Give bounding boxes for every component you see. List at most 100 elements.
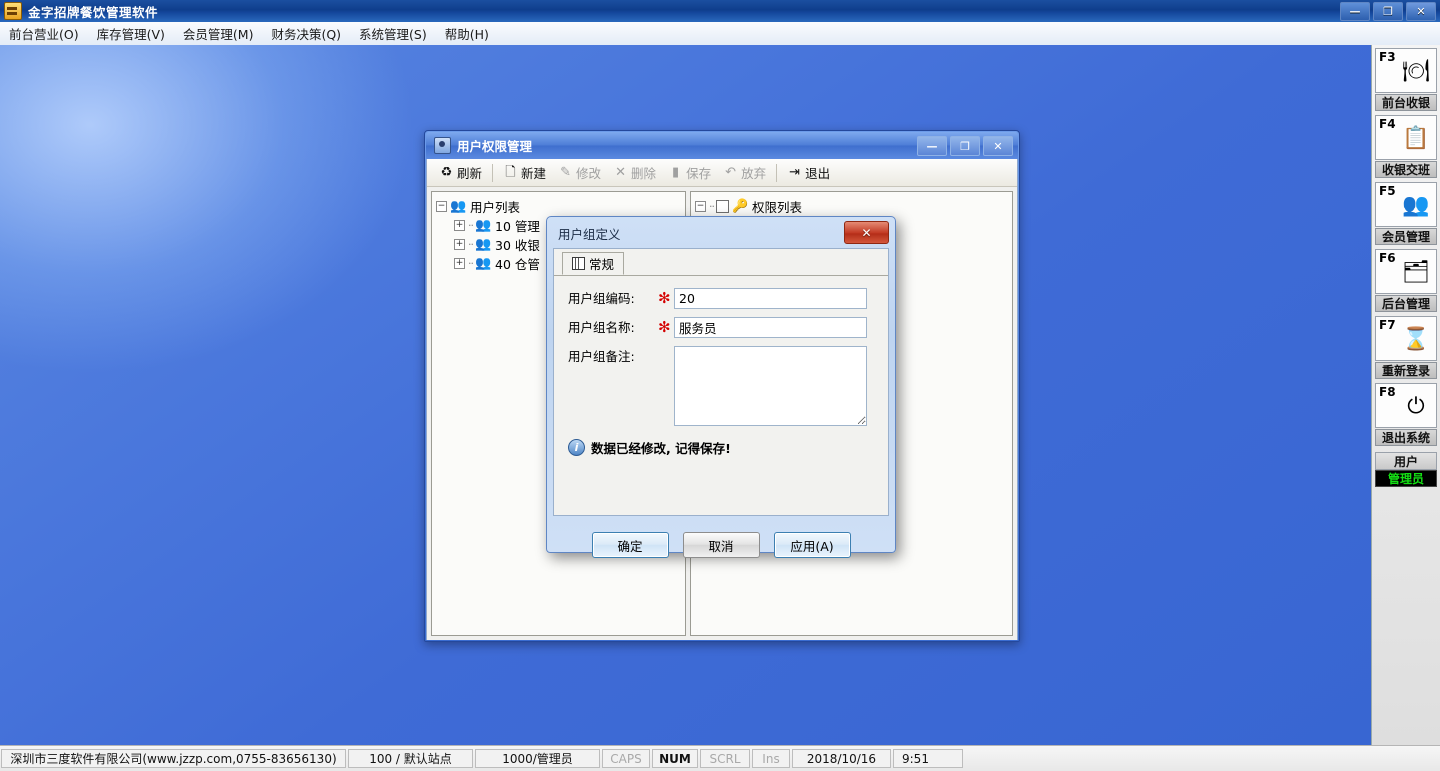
- dialog-button-row: 确定 取消 应用(A): [548, 532, 894, 558]
- user-box-label: 用户: [1375, 452, 1437, 470]
- menu-item-members[interactable]: 会员管理(M): [174, 22, 263, 45]
- members-icon: 👥: [1402, 193, 1430, 218]
- sidebar-caption-f5[interactable]: 会员管理: [1375, 228, 1437, 245]
- expander-minus-icon[interactable]: −: [695, 201, 706, 212]
- hourglass-icon: ⌛: [1402, 327, 1430, 352]
- expander-plus-icon[interactable]: +: [454, 239, 465, 250]
- tab-general[interactable]: 常规: [562, 252, 625, 275]
- dialog-titlebar[interactable]: 用户组定义 ✕: [548, 218, 894, 248]
- delete-icon: ✕: [615, 165, 626, 180]
- permission-checkbox[interactable]: [716, 200, 729, 213]
- dialog-title: 用户组定义: [558, 226, 621, 242]
- toolbar-refresh-button[interactable]: ♻ 刷新: [433, 161, 488, 184]
- application-window: 金字招牌餐饮管理软件 — ❐ ✕ 前台营业(O) 库存管理(V) 会员管理(M)…: [0, 0, 1440, 771]
- toolbar-delete-button: ✕ 删除: [607, 161, 662, 184]
- cancel-button[interactable]: 取消: [682, 532, 760, 558]
- sidebar-caption-f3[interactable]: 前台收银: [1375, 94, 1437, 111]
- status-caps-indicator: CAPS: [602, 749, 650, 768]
- save-icon: ▮: [671, 165, 680, 180]
- f5-key-label: F5: [1379, 184, 1396, 198]
- app-title: 金字招牌餐饮管理软件: [28, 4, 159, 20]
- child-close-button[interactable]: ✕: [983, 136, 1013, 156]
- sidebar-caption-f7[interactable]: 重新登录: [1375, 362, 1437, 379]
- child-minimize-button[interactable]: —: [917, 136, 947, 156]
- child-restore-button[interactable]: ❐: [950, 136, 980, 156]
- user-group-icon: 👥: [475, 218, 492, 233]
- group-code-label: 用户组编码:: [568, 291, 635, 306]
- menu-item-inventory[interactable]: 库存管理(V): [88, 22, 174, 45]
- sidebar-button-f5[interactable]: F5 👥: [1375, 182, 1437, 227]
- sidebar-caption-f6[interactable]: 后台管理: [1375, 295, 1437, 312]
- expander-plus-icon[interactable]: +: [454, 258, 465, 269]
- minimize-button[interactable]: —: [1340, 2, 1370, 21]
- sidebar-button-f4[interactable]: F4 📋: [1375, 115, 1437, 160]
- current-user-name: 管理员: [1375, 470, 1437, 487]
- sidebar-caption-f4[interactable]: 收银交班: [1375, 161, 1437, 178]
- ok-button[interactable]: 确定: [591, 532, 669, 558]
- child-window-controls: — ❐ ✕: [917, 136, 1013, 156]
- dialog-info-text: 数据已经修改, 记得保存!: [591, 441, 731, 456]
- f3-key-label: F3: [1379, 50, 1396, 64]
- toolbar-save-label: 保存: [686, 166, 712, 181]
- dialog-close-button[interactable]: ✕: [844, 221, 889, 244]
- group-code-input[interactable]: [674, 288, 867, 309]
- tree-line: ··: [468, 238, 474, 251]
- child-window-titlebar[interactable]: 用户权限管理 — ❐ ✕: [426, 132, 1018, 159]
- toolbar-save-button: ▮ 保存: [662, 161, 717, 184]
- toolbar-new-button[interactable]: 🗋 新建: [497, 161, 552, 184]
- toolbar-separator-2: [776, 163, 778, 182]
- required-asterisk-icon: ✻: [658, 289, 671, 307]
- field-row-name: 用户组名称: ✻: [568, 317, 888, 338]
- new-document-icon: 🗋: [505, 165, 516, 180]
- status-station: 100 / 默认站点: [348, 749, 473, 768]
- tree-node-root-permission-list[interactable]: − ·· 🔑 权限列表: [695, 197, 1008, 216]
- apply-button[interactable]: 应用(A): [773, 532, 851, 558]
- toolbar-refresh-label: 刷新: [457, 166, 483, 181]
- tree-node-root-user-list[interactable]: − 👥 用户列表: [436, 197, 681, 216]
- tree-node-label: 权限列表: [752, 200, 803, 215]
- toolbar-exit-button[interactable]: ⇥ 退出: [781, 161, 836, 184]
- toolbar-edit-label: 修改: [576, 166, 602, 181]
- sidebar-button-f6[interactable]: F6 🗂: [1375, 249, 1437, 294]
- required-asterisk-icon: ✻: [658, 318, 671, 336]
- sidebar-button-f3[interactable]: F3 🍽: [1375, 48, 1437, 93]
- expander-plus-icon[interactable]: +: [454, 220, 465, 231]
- child-window-toolbar: ♻ 刷新 🗋 新建 ✎ 修改 ✕ 删除 ▮ 保存 ↶ 放弃 ⇥ 退出: [427, 159, 1017, 187]
- statusbar: 深圳市三度软件有限公司(www.jzzp.com,0755-83656130) …: [0, 745, 1440, 771]
- sidebar-button-f7[interactable]: F7 ⌛: [1375, 316, 1437, 361]
- tree-line: ··: [468, 257, 474, 270]
- toolbar-new-label: 新建: [521, 166, 547, 181]
- sidebar-caption-f8[interactable]: 退出系统: [1375, 429, 1437, 446]
- function-key-sidebar: F3 🍽 前台收银 F4 📋 收银交班 F5 👥 会员管理 F6 🗂 后台管理 …: [1371, 45, 1440, 749]
- dialog-info-message: i 数据已经修改, 记得保存!: [568, 438, 888, 457]
- group-name-label: 用户组名称:: [568, 320, 635, 335]
- close-button[interactable]: ✕: [1406, 2, 1436, 21]
- group-remark-textarea[interactable]: [674, 346, 867, 426]
- tree-line: ··: [709, 200, 715, 213]
- edit-icon: ✎: [560, 165, 571, 180]
- undo-icon: ↶: [725, 165, 737, 180]
- f8-key-label: F8: [1379, 385, 1396, 399]
- user-group-icon: 👥: [475, 237, 492, 252]
- expander-minus-icon[interactable]: −: [436, 201, 447, 212]
- exit-icon: ⇥: [789, 165, 801, 180]
- field-row-code: 用户组编码: ✻: [568, 288, 888, 309]
- restore-button[interactable]: ❐: [1373, 2, 1403, 21]
- menu-item-finance[interactable]: 财务决策(Q): [262, 22, 350, 45]
- tab-general-label: 常规: [589, 257, 615, 272]
- menu-item-front-office[interactable]: 前台营业(O): [0, 22, 88, 45]
- child-window-title: 用户权限管理: [457, 139, 533, 154]
- dialog-user-group-definition: 用户组定义 ✕ 常规 用户组编码: ✻ 用户组名称: ✻: [546, 216, 896, 558]
- grid-icon: [572, 257, 585, 270]
- user-group-form: 用户组编码: ✻ 用户组名称: ✻ 用户组备注: i 数据已经修改, 记得保存: [554, 276, 888, 515]
- permission-icon: 🔑: [732, 199, 749, 214]
- toolbar-edit-button: ✎ 修改: [552, 161, 607, 184]
- app-icon: [4, 2, 22, 20]
- menu-item-system[interactable]: 系统管理(S): [350, 22, 436, 45]
- tree-line: ··: [468, 219, 474, 232]
- sidebar-button-f8[interactable]: F8 ⏻: [1375, 383, 1437, 428]
- current-user-box: 用户 管理员: [1375, 452, 1437, 487]
- group-name-input[interactable]: [674, 317, 867, 338]
- menu-item-help[interactable]: 帮助(H): [436, 22, 498, 45]
- status-scrl-indicator: SCRL: [700, 749, 750, 768]
